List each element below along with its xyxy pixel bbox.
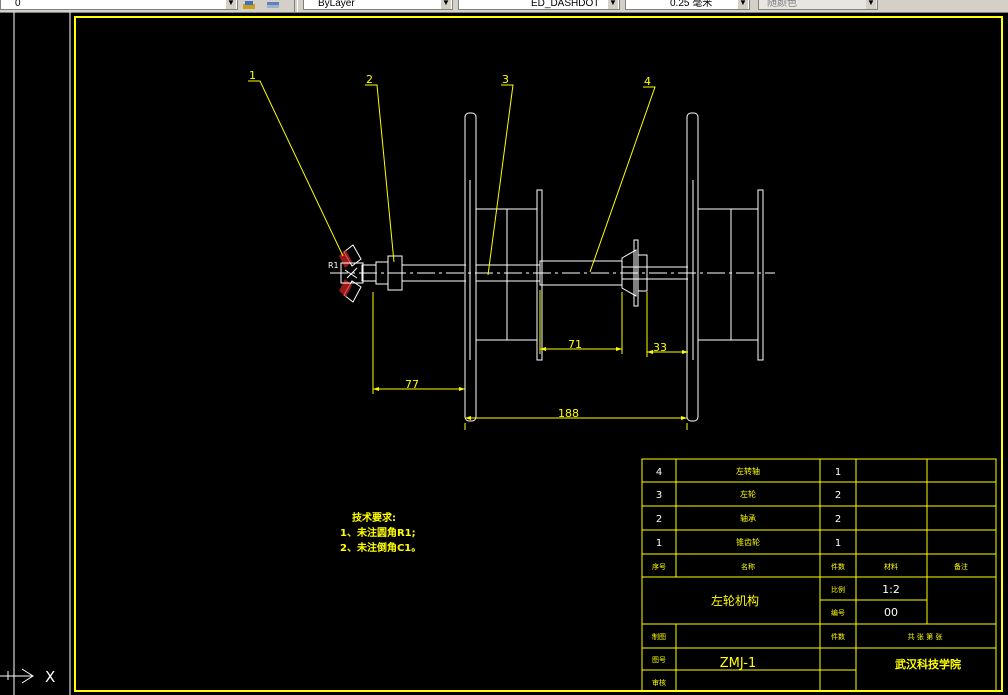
- chevron-down-icon[interactable]: ▼: [738, 0, 748, 9]
- chevron-down-icon[interactable]: ▼: [866, 0, 876, 9]
- tech-req-line-2: 2、未注倒角C1。: [340, 541, 421, 554]
- dimension-lines: [372, 290, 688, 430]
- drawing-no-label: 图号: [652, 656, 666, 664]
- part-row-qty: 2: [835, 490, 841, 501]
- chevron-down-icon[interactable]: ▼: [608, 0, 618, 9]
- assembly-name: 左轮机构: [711, 593, 759, 608]
- plotstyle-dropdown-value: 随颜色: [767, 0, 797, 9]
- title-block-grid: [641, 458, 997, 692]
- pieces-label: 件数: [831, 632, 845, 641]
- scale-value: 1:2: [882, 583, 900, 596]
- part-row-no: 4: [656, 467, 662, 478]
- part-row-name: 轴承: [740, 513, 756, 523]
- linetype-dropdown[interactable]: ED_DASHDOT ▼: [458, 0, 620, 10]
- header-remark: 备注: [954, 562, 968, 571]
- drawn-label: 制图: [652, 632, 666, 641]
- part-row-no: 1: [656, 538, 662, 549]
- tech-req-line-1: 1、未注圆角R1;: [340, 526, 416, 539]
- make-layer-current-icon[interactable]: [242, 0, 256, 10]
- ucs-x-label: X: [45, 668, 55, 686]
- scale-label: 比例: [831, 585, 845, 594]
- layer-dropdown[interactable]: 0 ▼: [0, 0, 238, 10]
- right-wheel: [686, 112, 764, 422]
- part-row-name: 锥齿轮: [736, 537, 760, 547]
- number-value: 00: [884, 606, 898, 619]
- part-row-name: 左轮: [740, 489, 756, 499]
- color-dropdown[interactable]: ByLayer ▼: [303, 0, 453, 10]
- part-row-no: 2: [656, 514, 662, 525]
- header-name: 名称: [741, 562, 755, 571]
- lineweight-dropdown-value: 0.25 毫米: [670, 0, 713, 9]
- plotstyle-dropdown[interactable]: 随颜色 ▼: [758, 0, 878, 10]
- header-qty: 件数: [831, 562, 845, 571]
- ucs-icon: [0, 668, 34, 684]
- toolbar-separator: [294, 0, 298, 12]
- balloon-3: 3: [502, 73, 509, 86]
- balloon-leaders: [248, 80, 656, 276]
- dimension-188: 188: [558, 407, 579, 420]
- check-label: 审核: [652, 678, 666, 687]
- chevron-down-icon[interactable]: ▼: [226, 0, 236, 9]
- school-name: 武汉科技学院: [895, 657, 961, 671]
- part-row-qty: 1: [835, 538, 841, 549]
- chevron-down-icon[interactable]: ▼: [441, 0, 451, 9]
- lineweight-dropdown[interactable]: 0.25 毫米 ▼: [625, 0, 750, 10]
- part-row-name: 左转轴: [736, 466, 760, 476]
- drawing-frame: [74, 16, 1003, 692]
- number-label: 编号: [831, 608, 845, 617]
- dimension-77: 77: [405, 378, 419, 391]
- balloon-2: 2: [366, 73, 373, 86]
- part-row-qty: 1: [835, 467, 841, 478]
- dimension-arrows: [373, 347, 688, 420]
- dimension-33: 33: [653, 341, 667, 354]
- part-row-no: 3: [656, 490, 662, 501]
- header-no: 序号: [652, 562, 666, 571]
- balloon-1: 1: [249, 69, 256, 82]
- linetype-dropdown-value: ED_DASHDOT: [531, 0, 600, 9]
- layer-previous-icon[interactable]: [266, 0, 280, 10]
- color-dropdown-value: ByLayer: [318, 0, 355, 9]
- drawing-canvas[interactable]: X R1 1 2 3 4 71 33 77 188 技术要求: 1、未注圆角R1…: [0, 12, 1008, 695]
- balloon-4: 4: [644, 75, 651, 88]
- sheets-text: 共 张 第 张: [908, 632, 943, 641]
- layer-dropdown-value: 0: [15, 0, 21, 9]
- fillet-label: R1: [328, 261, 339, 270]
- header-material: 材料: [884, 562, 898, 571]
- part-row-qty: 2: [835, 514, 841, 525]
- drawing-no-value: ZMJ-1: [720, 656, 756, 671]
- tech-req-title: 技术要求:: [352, 511, 396, 524]
- dimension-71: 71: [568, 338, 582, 351]
